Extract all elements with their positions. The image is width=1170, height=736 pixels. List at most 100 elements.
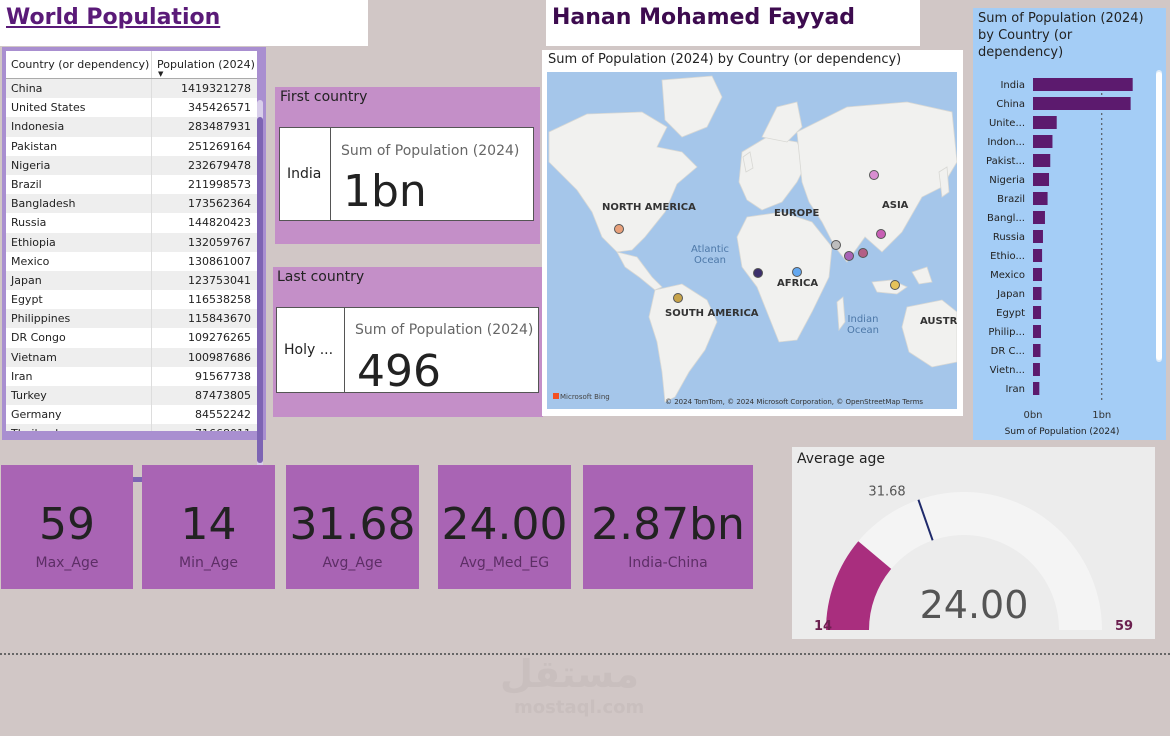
bar[interactable] — [1033, 249, 1043, 262]
population-table[interactable]: Country (or dependency) Population (2024… — [2, 47, 266, 482]
kpi-value: 14 — [180, 499, 237, 550]
last-country-card: Last country Holy ... Sum of Population … — [273, 267, 543, 417]
table-cell-country: Pakistan — [6, 136, 152, 156]
bar-category-label: China — [996, 99, 1025, 110]
bar[interactable] — [1033, 344, 1041, 357]
bar-category-label: DR C... — [991, 346, 1025, 357]
last-country-name: Holy ... — [277, 308, 345, 392]
table-cell-country: Russia — [6, 213, 152, 233]
first-country-box[interactable]: India Sum of Population (2024) 1bn — [279, 127, 534, 221]
bar[interactable] — [1033, 363, 1040, 376]
table-row[interactable]: Philippines 115843670 — [6, 309, 257, 329]
table-row[interactable]: Ethiopia 132059767 — [6, 232, 257, 252]
table-cell-country: Bangladesh — [6, 194, 152, 214]
table-row[interactable]: China 1419321278 — [6, 79, 257, 99]
map-bubble[interactable] — [876, 229, 886, 239]
table-cell-population: 211998573 — [188, 177, 251, 191]
map-bubble[interactable] — [614, 224, 624, 234]
map-bubble[interactable] — [673, 293, 683, 303]
bar[interactable] — [1033, 211, 1045, 224]
bar[interactable] — [1033, 230, 1043, 243]
table-row[interactable]: Brazil 211998573 — [6, 174, 257, 195]
table-row[interactable]: Turkey 87473805 — [6, 386, 257, 406]
bar-category-label: Indon... — [987, 137, 1025, 148]
bar[interactable] — [1033, 306, 1042, 319]
bar-chart-scrollbar-thumb[interactable] — [1156, 72, 1162, 360]
map-bubble[interactable] — [869, 170, 879, 180]
table-row[interactable]: Russia 144820423 — [6, 213, 257, 233]
kpi-card-india-china[interactable]: 2.87bn India-China — [583, 465, 753, 589]
bar-category-label: Japan — [996, 289, 1025, 300]
bar-category-label: India — [1000, 80, 1025, 91]
map-credit[interactable]: © 2024 TomTom, © 2024 Microsoft Corporat… — [665, 398, 923, 406]
bar[interactable] — [1033, 382, 1040, 395]
table-row[interactable]: Germany 84552242 — [6, 405, 257, 425]
average-age-gauge[interactable]: Average age 31.68 24.00 14 59 — [792, 447, 1155, 639]
bar[interactable] — [1033, 287, 1042, 300]
map-bubble[interactable] — [858, 248, 868, 258]
map-title: Sum of Population (2024) by Country (or … — [548, 52, 902, 67]
report-title-box: World Population — [0, 0, 368, 46]
watermark-arabic: مستقل — [500, 652, 639, 696]
bar[interactable] — [1033, 154, 1051, 167]
map-bubble[interactable] — [792, 267, 802, 277]
bar[interactable] — [1033, 325, 1041, 338]
column-header-population[interactable]: Population (2024) ▼ — [152, 51, 257, 78]
population-bar-chart[interactable]: Sum of Population (2024) by Country (or … — [973, 8, 1166, 440]
kpi-card-min-age[interactable]: 14 Min_Age — [142, 465, 275, 589]
table-row[interactable]: Egypt 116538258 — [6, 290, 257, 310]
world-map-landmass — [548, 75, 957, 403]
kpi-card-max-age[interactable]: 59 Max_Age — [1, 465, 133, 589]
table-cell-population: 345426571 — [188, 101, 251, 115]
table-cell-population: 251269164 — [188, 139, 251, 153]
table-row[interactable]: Pakistan 251269164 — [6, 136, 257, 156]
table-row[interactable]: Indonesia 283487931 — [6, 117, 257, 137]
kpi-card-avg-med-eg[interactable]: 24.00 Avg_Med_EG — [438, 465, 571, 589]
map-bubble[interactable] — [753, 268, 763, 278]
table-row[interactable]: Thailand71668011 — [6, 424, 257, 431]
column-header-country[interactable]: Country (or dependency) — [6, 51, 152, 78]
table-row[interactable]: Mexico 130861007 — [6, 251, 257, 271]
map-bubble[interactable] — [831, 240, 841, 250]
kpi-card-avg-age[interactable]: 31.68 Avg_Age — [286, 465, 419, 589]
report-title[interactable]: World Population — [6, 5, 220, 30]
table-row[interactable]: United States 345426571 — [6, 98, 257, 118]
bar[interactable] — [1033, 192, 1048, 205]
bar[interactable] — [1033, 173, 1050, 186]
bar-category-label: Iran — [1005, 384, 1025, 395]
bar-category-label: Brazil — [997, 194, 1025, 205]
column-header-population-label: Population (2024) — [157, 58, 255, 71]
map-label-indian: Indian Ocean — [847, 314, 879, 336]
kpi-label: Min_Age — [179, 555, 238, 571]
map-bubble[interactable] — [844, 251, 854, 261]
sort-descending-icon[interactable]: ▼ — [158, 70, 163, 78]
kpi-label: Max_Age — [35, 555, 99, 571]
table-row[interactable]: Bangladesh 173562364 — [6, 194, 257, 214]
world-map[interactable]: NORTH AMERICA EUROPE ASIA AFRICA SOUTH A… — [547, 72, 957, 409]
bar[interactable] — [1033, 97, 1131, 110]
table-cell-country: United States — [6, 98, 152, 118]
table-row[interactable]: Nigeria 232679478 — [6, 155, 257, 175]
table-row[interactable]: Japan 123753041 — [6, 270, 257, 291]
map-label-asia: ASIA — [882, 200, 909, 211]
map-bubble[interactable] — [890, 280, 900, 290]
table-row[interactable]: DR Congo 109276265 — [6, 328, 257, 348]
bar[interactable] — [1033, 116, 1057, 129]
table-row[interactable]: Iran 91567738 — [6, 366, 257, 386]
table-cell-country: Vietnam — [6, 347, 152, 367]
table-row[interactable]: Vietnam 100987686 — [6, 347, 257, 367]
population-map-visual[interactable]: Sum of Population (2024) by Country (or … — [542, 50, 963, 416]
table-scrollbar-thumb[interactable] — [257, 117, 263, 463]
kpi-value: 24.00 — [441, 499, 568, 550]
bar-category-label: Egypt — [996, 308, 1025, 319]
table-cell-country: Thailand — [6, 424, 152, 431]
bar-category-label: Nigeria — [989, 175, 1025, 186]
bar[interactable] — [1033, 78, 1133, 91]
bar[interactable] — [1033, 268, 1043, 281]
table-cell-population: 115843670 — [188, 312, 251, 326]
last-country-box[interactable]: Holy ... Sum of Population (2024) 496 — [276, 307, 539, 397]
table-cell-country: Egypt — [6, 290, 152, 310]
bar[interactable] — [1033, 135, 1053, 148]
first-country-measure-label: Sum of Population (2024) — [341, 143, 520, 159]
table-cell-population: 130861007 — [188, 254, 251, 268]
